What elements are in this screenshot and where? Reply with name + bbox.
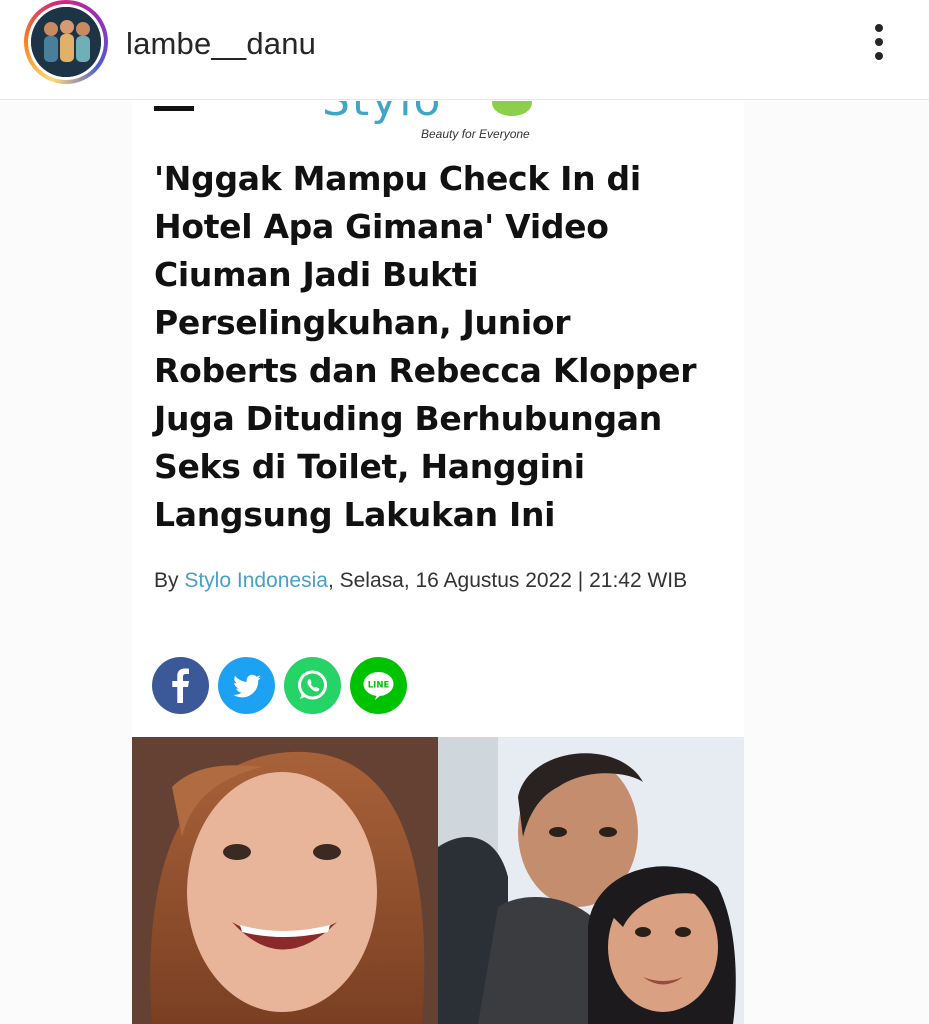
byline-prefix: By [154, 569, 185, 592]
twitter-icon[interactable] [218, 657, 275, 714]
username[interactable]: lambe__danu [126, 26, 316, 62]
author-link[interactable]: Stylo Indonesia [184, 569, 328, 592]
menu-icon[interactable] [154, 106, 194, 111]
article-card: Stylo Beauty for Everyone 'Nggak Mampu C… [132, 101, 744, 1024]
more-vertical-icon[interactable] [864, 22, 894, 62]
article-headline: 'Nggak Mampu Check In di Hotel Apa Giman… [154, 159, 697, 534]
article-byline: By Stylo Indonesia, Selasa, 16 Agustus 2… [154, 565, 714, 596]
byline-date: , Selasa, 16 Agustus 2022 | 21:42 WIB [327, 569, 688, 592]
logo-tagline: Beauty for Everyone [421, 127, 530, 141]
avatar-image [31, 7, 101, 77]
article-photo-left [132, 737, 438, 1024]
article-photo-right [438, 737, 744, 1024]
line-icon[interactable]: LINE [350, 657, 407, 714]
line-label: LINE [368, 681, 390, 691]
avatar[interactable] [24, 0, 108, 84]
post-header: lambe__danu [0, 0, 929, 100]
whatsapp-icon[interactable] [284, 657, 341, 714]
svg-text:Stylo: Stylo [322, 101, 442, 126]
facebook-icon[interactable] [152, 657, 209, 714]
